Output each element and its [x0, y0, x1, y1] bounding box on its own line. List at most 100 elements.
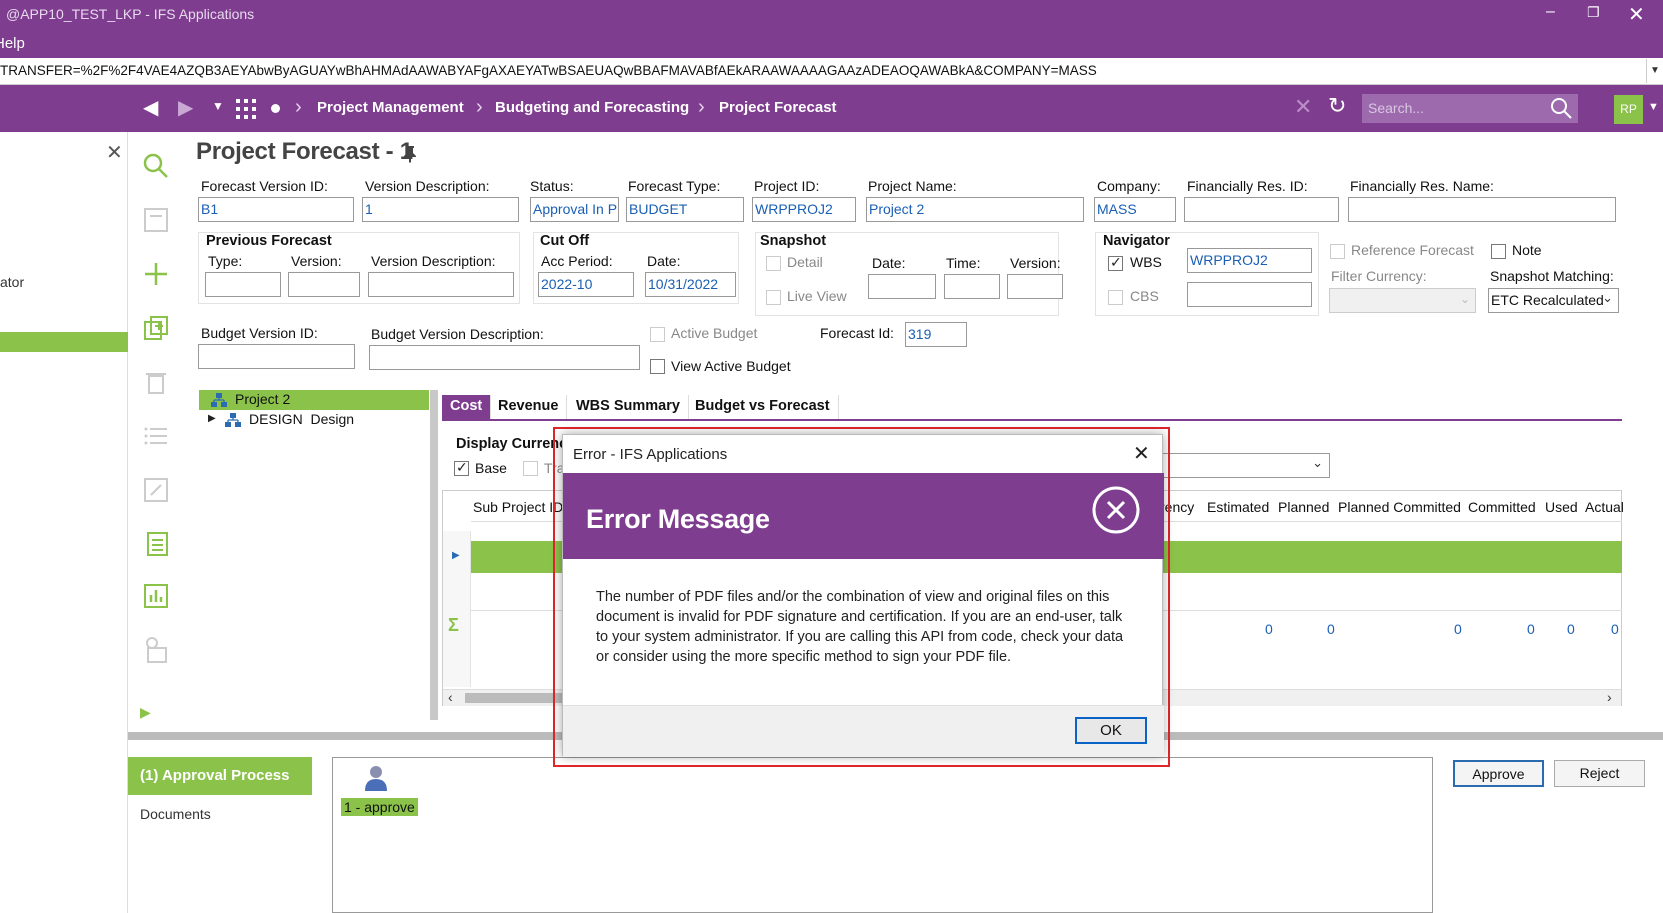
snapshot-date-field[interactable] [868, 274, 936, 299]
snapshot-version-field[interactable] [1007, 274, 1063, 299]
snapshot-time-field[interactable] [944, 274, 1000, 299]
ok-button[interactable]: OK [1075, 717, 1147, 744]
tab-budget-vs-forecast[interactable]: Budget vs Forecast [687, 395, 839, 419]
prev-version-field[interactable] [288, 272, 360, 297]
note-checkbox[interactable] [1491, 244, 1506, 259]
status-field[interactable]: Approval In P [530, 197, 619, 222]
snapshot-detail-checkbox[interactable] [766, 256, 781, 271]
new-record-icon[interactable] [142, 260, 170, 288]
report-icon[interactable] [142, 530, 170, 558]
cutoff-date-field[interactable]: 10/31/2022 [645, 272, 736, 297]
breadcrumb-project-forecast[interactable]: Project Forecast [719, 99, 837, 116]
version-description-field[interactable]: 1 [362, 197, 519, 222]
refresh-icon[interactable]: ↻ [1328, 93, 1346, 119]
navigator-selected-item[interactable] [0, 332, 128, 352]
tab-wbs-summary[interactable]: WBS Summary [568, 395, 689, 419]
col-actual[interactable]: Actual [1585, 499, 1624, 515]
prev-type-field[interactable] [205, 272, 281, 297]
col-committed[interactable]: Committed [1468, 499, 1536, 515]
search-input[interactable] [1368, 98, 1548, 118]
home-dot-icon[interactable] [271, 104, 280, 113]
restore-icon[interactable]: ❐ [1587, 4, 1600, 21]
company-field[interactable]: MASS [1094, 197, 1176, 222]
duplicate-icon[interactable] [142, 314, 170, 342]
user-menu-chevron-icon[interactable]: ▼ [1648, 101, 1659, 113]
documents-tab[interactable]: Documents [140, 806, 211, 822]
save-icon[interactable] [142, 206, 170, 234]
base-currency-checkbox[interactable] [454, 459, 469, 476]
breadcrumb-project-management[interactable]: Project Management [317, 99, 464, 116]
pin-icon[interactable] [402, 145, 418, 163]
reference-forecast-checkbox[interactable] [1330, 244, 1345, 259]
filter-currency-select[interactable]: ⌄ [1329, 288, 1476, 313]
search-records-icon[interactable] [142, 152, 170, 180]
col-planned[interactable]: Planned [1278, 499, 1329, 515]
expand-toolbar-icon[interactable]: ▶ [140, 704, 151, 721]
navigator-cbs-field[interactable] [1187, 282, 1312, 307]
financially-res-id-field[interactable] [1184, 197, 1339, 222]
navigator-wbs-checkbox[interactable] [1108, 254, 1123, 271]
snapshot-live-view-checkbox[interactable] [766, 290, 781, 305]
close-window-icon[interactable]: ✕ [1628, 2, 1645, 27]
history-dropdown-icon[interactable]: ▼ [212, 99, 224, 113]
chart-icon[interactable] [142, 582, 170, 610]
approval-process-tab[interactable]: (1) Approval Process [128, 757, 312, 795]
acc-period-field[interactable]: 2022-10 [538, 272, 634, 297]
breadcrumb-budgeting-forecasting[interactable]: Budgeting and Forecasting [495, 99, 689, 116]
snapshot-matching-select[interactable]: ETC Recalculated ⌄ [1488, 288, 1619, 313]
search-box[interactable] [1362, 94, 1578, 123]
info-icon[interactable] [142, 636, 170, 664]
address-bar[interactable]: TRANSFER=%2F%2F4VAE4AZQB3AEYAbwByAGUAYwB… [0, 58, 1663, 85]
tab-revenue[interactable]: Revenue [490, 395, 568, 419]
currency-select[interactable]: ⌄ [1160, 453, 1330, 478]
minimize-icon[interactable]: – [1546, 3, 1555, 21]
address-url[interactable]: TRANSFER=%2F%2F4VAE4AZQB3AEYAbwByAGUAYwB… [0, 63, 1097, 78]
search-icon[interactable] [1550, 97, 1572, 119]
apps-grid-icon[interactable] [236, 99, 256, 119]
scroll-left-icon[interactable]: ‹ [448, 689, 453, 705]
active-budget-checkbox[interactable] [650, 327, 665, 342]
navigator-wbs-field[interactable]: WRPPROJ2 [1187, 248, 1312, 273]
approve-button[interactable]: Approve [1453, 760, 1544, 787]
tree-child-label[interactable]: DESIGN Design [249, 411, 354, 427]
tree-selected-row[interactable] [199, 390, 429, 410]
open-detail-icon[interactable] [142, 476, 170, 504]
cutoff-date-label: Date: [647, 253, 681, 269]
list-icon[interactable] [142, 422, 170, 450]
budget-version-desc-label: Budget Version Description: [371, 326, 544, 342]
col-sub-project-id[interactable]: Sub Project ID [473, 499, 563, 515]
prev-version-desc-field[interactable] [368, 272, 514, 297]
approval-step-label[interactable]: 1 - approve [341, 798, 418, 816]
budget-version-desc-field[interactable] [369, 345, 640, 370]
navigator-item-label[interactable]: ator [0, 274, 24, 290]
financially-res-name-field[interactable] [1348, 197, 1616, 222]
tree-splitter[interactable] [430, 390, 438, 720]
col-estimated[interactable]: Estimated [1207, 499, 1269, 515]
project-id-field[interactable]: WRPPROJ2 [752, 197, 856, 222]
col-planned-committed[interactable]: Planned Committed [1338, 499, 1461, 515]
budget-version-id-field[interactable] [198, 344, 355, 369]
navigator-cbs-checkbox[interactable] [1108, 290, 1123, 305]
back-icon[interactable]: ◀ [143, 95, 158, 120]
scroll-right-icon[interactable]: › [1607, 689, 1612, 705]
snapshot-live-view-label: Live View [787, 288, 847, 304]
address-dropdown-icon[interactable]: ▼ [1646, 59, 1663, 83]
tree-root-label[interactable]: Project 2 [235, 391, 290, 407]
dialog-close-icon[interactable]: ✕ [1133, 441, 1150, 466]
delete-icon[interactable] [142, 368, 170, 396]
user-avatar[interactable]: RP [1614, 95, 1643, 124]
clear-icon[interactable]: ✕ [1294, 94, 1312, 120]
menu-help[interactable]: Help [0, 35, 25, 52]
close-panel-icon[interactable]: ✕ [106, 140, 123, 165]
project-name-field[interactable]: Project 2 [866, 197, 1084, 222]
tab-cost[interactable]: Cost [442, 395, 492, 419]
forecast-version-id-field[interactable]: B1 [198, 197, 354, 222]
trans-currency-checkbox[interactable] [523, 461, 538, 476]
view-active-budget-checkbox[interactable] [650, 359, 665, 374]
reject-button[interactable]: Reject [1554, 760, 1645, 787]
forecast-id-field[interactable]: 319 [905, 322, 967, 347]
tree-expand-icon[interactable]: ▶ [208, 413, 216, 424]
forward-icon[interactable]: ▶ [178, 95, 193, 120]
forecast-type-field[interactable]: BUDGET [626, 197, 744, 222]
col-used[interactable]: Used [1545, 499, 1578, 515]
